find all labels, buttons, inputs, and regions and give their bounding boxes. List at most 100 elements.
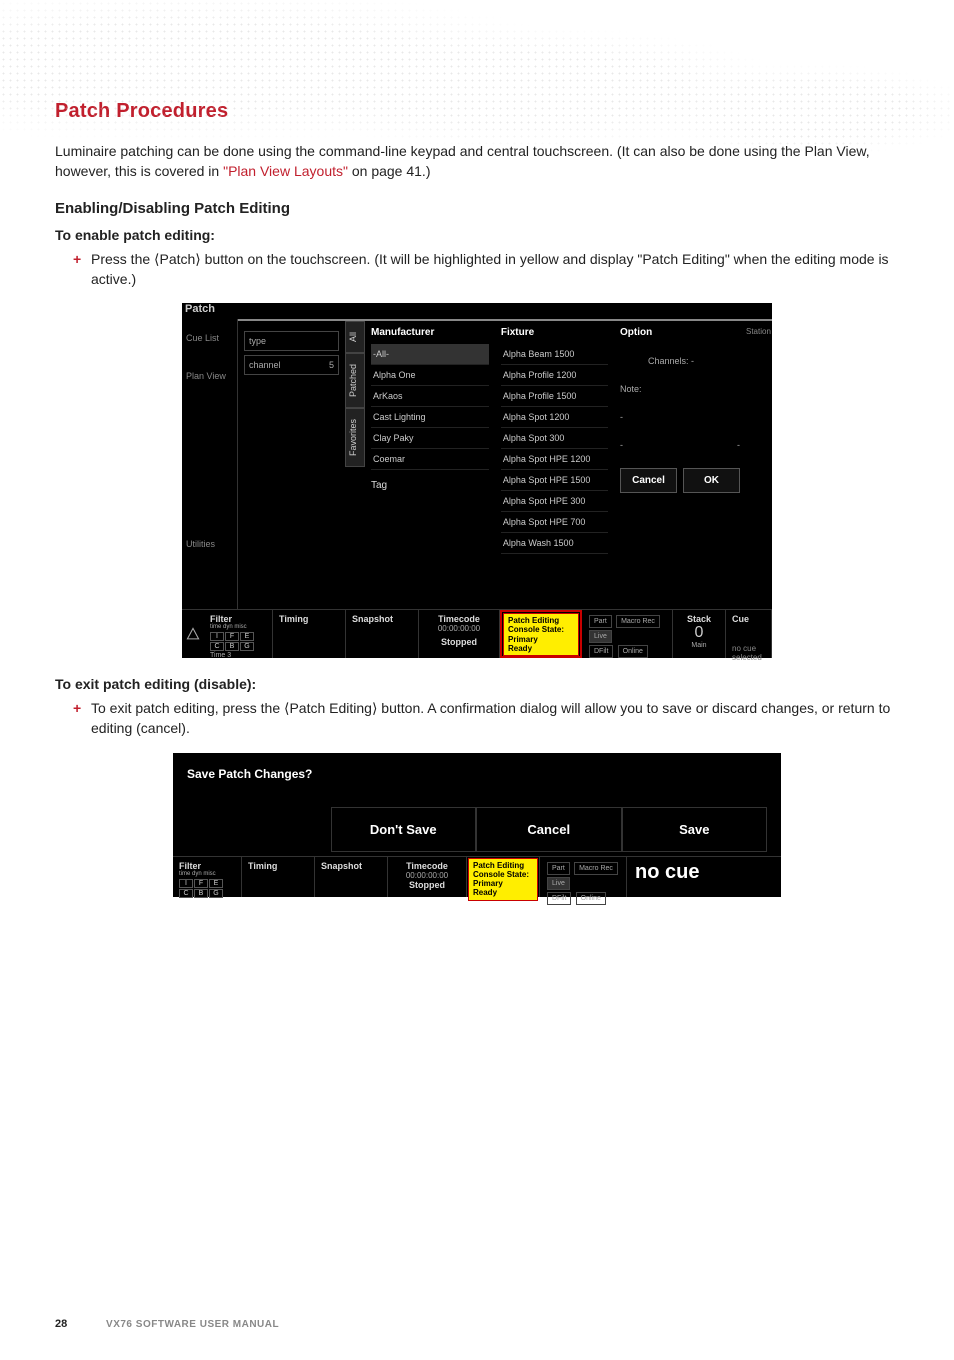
status-line-1: Patch Editing — [473, 861, 533, 870]
filter-cell[interactable]: C — [179, 889, 193, 898]
status-line-4: Ready — [508, 644, 574, 653]
fixture-row[interactable]: Alpha Spot 1200 — [501, 407, 608, 428]
channel-label: channel — [249, 360, 281, 370]
channel-field[interactable]: channel 5 — [244, 355, 339, 375]
filter-grid-2[interactable]: I F E C B G — [179, 879, 235, 898]
nav-utilities[interactable]: Utilities — [182, 525, 237, 563]
subsection-heading: Enabling/Disabling Patch Editing — [55, 200, 899, 217]
filter-sub-2: time dyn misc — [179, 871, 235, 877]
pill-live[interactable]: Live — [589, 630, 612, 643]
fixture-row[interactable]: Alpha Spot HPE 300 — [501, 491, 608, 512]
nav-plan-view[interactable]: Plan View — [182, 357, 237, 395]
option-header: Option — [620, 327, 740, 338]
save-button[interactable]: Save — [622, 807, 768, 852]
status-line-3: Primary — [508, 635, 574, 644]
filter-cell[interactable]: F — [225, 632, 239, 641]
vtab-favorites[interactable]: Favorites — [345, 408, 365, 467]
manufacturer-row[interactable]: Alpha One — [371, 365, 489, 386]
filter-cell[interactable]: G — [209, 889, 223, 898]
timing-label-2[interactable]: Timing — [248, 861, 308, 871]
manufacturer-row[interactable]: -All- — [371, 344, 489, 365]
filter-cell[interactable]: C — [210, 642, 224, 651]
filter-cell[interactable]: B — [194, 889, 208, 898]
filter-cell[interactable]: B — [225, 642, 239, 651]
pill-live-2[interactable]: Live — [547, 877, 570, 890]
page-number: 28 — [55, 1318, 67, 1330]
manufacturer-header: Manufacturer — [371, 327, 489, 338]
snapshot-label[interactable]: Snapshot — [352, 614, 412, 624]
timecode-label: Timecode — [425, 614, 493, 624]
fixture-row[interactable]: Alpha Profile 1200 — [501, 365, 608, 386]
ok-button[interactable]: OK — [683, 468, 740, 493]
no-cue-selected: no cue selected — [732, 624, 765, 662]
status-line-2: Console State: — [473, 870, 533, 879]
exit-label: To exit patch editing (disable): — [55, 676, 899, 692]
vtab-all[interactable]: All — [345, 321, 365, 353]
patch-editing-status-2[interactable]: Patch Editing Console State: Primary Rea… — [468, 858, 538, 901]
time-value: 3 — [227, 652, 231, 659]
patch-screen-figure: Patch Cue List Plan View Utilities type … — [182, 303, 772, 658]
status-line-3: Primary — [473, 879, 533, 888]
patch-left-fields: type channel 5 — [238, 321, 345, 609]
filter-cell[interactable]: I — [179, 879, 193, 888]
note-label: Note: — [620, 384, 740, 394]
cancel-button[interactable]: Cancel — [476, 807, 622, 852]
option-dash-2: - — [620, 440, 623, 450]
filter-cell[interactable]: E — [209, 879, 223, 888]
pill-macro-rec-2[interactable]: Macro Rec — [574, 862, 618, 875]
status-line-2: Console State: — [508, 625, 574, 634]
filter-vertical-tabs: All Patched Favorites — [345, 321, 365, 609]
pill-dfilt[interactable]: DFilt — [589, 645, 613, 658]
status-line-4: Ready — [473, 888, 533, 897]
pill-part-2[interactable]: Part — [547, 862, 570, 875]
filter-grid[interactable]: I F E C B G — [210, 632, 266, 651]
timecode-value: 00:00:00:00 — [425, 624, 493, 633]
patch-panel-title: Patch — [185, 303, 215, 315]
dont-save-button[interactable]: Don't Save — [331, 807, 477, 852]
filter-cell[interactable]: E — [240, 632, 254, 641]
pill-online[interactable]: Online — [618, 645, 648, 658]
manufacturer-row[interactable]: Coemar — [371, 449, 489, 470]
pill-online-2[interactable]: Online — [576, 892, 606, 905]
channels-label: Channels: — [648, 356, 689, 366]
filter-cell[interactable]: F — [194, 879, 208, 888]
cancel-button[interactable]: Cancel — [620, 468, 677, 493]
fixture-row[interactable]: Alpha Spot HPE 1200 — [501, 449, 608, 470]
type-field[interactable]: type — [244, 331, 339, 351]
filter-label-2: Filter — [179, 861, 235, 871]
no-cue-text: no cue — [627, 857, 707, 897]
plan-view-layouts-link[interactable]: "Plan View Layouts" — [223, 163, 348, 179]
pill-macro-rec[interactable]: Macro Rec — [616, 615, 660, 628]
fixture-row[interactable]: Alpha Wash 1500 — [501, 533, 608, 554]
intro-paragraph: Luminaire patching can be done using the… — [55, 141, 899, 182]
status-line-1: Patch Editing — [508, 616, 574, 625]
pill-dfilt-2[interactable]: DFilt — [547, 892, 571, 905]
type-label: type — [249, 336, 266, 346]
fixture-row[interactable]: Alpha Spot HPE 1500 — [501, 470, 608, 491]
fixture-row[interactable]: Alpha Spot HPE 700 — [501, 512, 608, 533]
timecode-label-2: Timecode — [394, 861, 460, 871]
alert-triangle-icon[interactable] — [182, 610, 204, 658]
channels-value: - — [691, 356, 694, 366]
nav-cue-list[interactable]: Cue List — [182, 319, 237, 357]
timing-label[interactable]: Timing — [279, 614, 339, 624]
filter-cell[interactable]: G — [240, 642, 254, 651]
section-heading: Patch Procedures — [55, 100, 899, 123]
manual-name: VX76 SOFTWARE USER MANUAL — [106, 1319, 279, 1330]
fixture-row[interactable]: Alpha Spot 300 — [501, 428, 608, 449]
save-patch-question: Save Patch Changes? — [187, 767, 767, 781]
filter-sub: time dyn misc — [210, 624, 266, 630]
fixture-row[interactable]: Alpha Beam 1500 — [501, 344, 608, 365]
filter-label: Filter — [210, 614, 266, 624]
manufacturer-row[interactable]: ArKaos — [371, 386, 489, 407]
vtab-patched[interactable]: Patched — [345, 353, 365, 408]
filter-cell[interactable]: I — [210, 632, 224, 641]
pill-part[interactable]: Part — [589, 615, 612, 628]
patch-editing-status[interactable]: Patch Editing Console State: Primary Rea… — [503, 613, 579, 656]
manufacturer-row[interactable]: Clay Paky — [371, 428, 489, 449]
fixture-row[interactable]: Alpha Profile 1500 — [501, 386, 608, 407]
manufacturer-row[interactable]: Cast Lighting — [371, 407, 489, 428]
stack-label: Stack — [679, 614, 719, 624]
snapshot-label-2[interactable]: Snapshot — [321, 861, 381, 871]
option-dash-1: - — [620, 412, 740, 422]
